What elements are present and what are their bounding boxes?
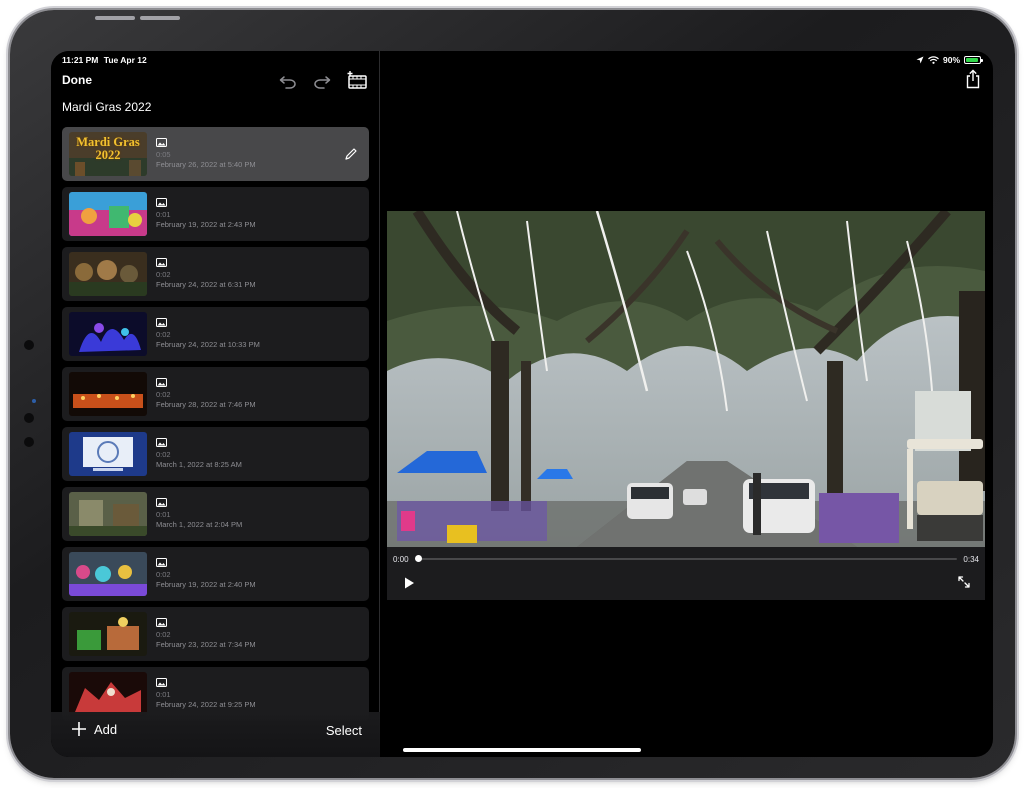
clip-row[interactable]: 0:01 February 19, 2022 at 2:43 PM bbox=[62, 187, 369, 241]
clip-date: February 28, 2022 at 7:46 PM bbox=[156, 400, 256, 409]
expand-icon[interactable] bbox=[957, 575, 971, 589]
clip-row[interactable]: Mardi Gras 2022 0:05 February 26, 2022 a… bbox=[62, 127, 369, 181]
clip-duration: 0:02 bbox=[156, 270, 171, 279]
clip-thumbnail bbox=[69, 312, 147, 356]
scrubber-knob[interactable] bbox=[415, 555, 422, 562]
photo-icon bbox=[156, 138, 167, 147]
sensor-dot bbox=[24, 437, 34, 447]
clip-duration: 0:01 bbox=[156, 510, 171, 519]
photo-icon bbox=[156, 558, 167, 567]
add-button[interactable]: Add bbox=[71, 721, 117, 737]
clip-duration: 0:01 bbox=[156, 210, 171, 219]
clip-row[interactable]: 0:02 February 19, 2022 at 2:40 PM bbox=[62, 547, 369, 601]
location-arrow-icon bbox=[916, 56, 924, 64]
photo-icon bbox=[156, 378, 167, 387]
camera-indicator bbox=[32, 399, 36, 403]
battery-percent: 90% bbox=[942, 55, 960, 65]
pencil-icon[interactable] bbox=[343, 146, 359, 162]
clip-date: February 26, 2022 at 5:40 PM bbox=[156, 160, 256, 169]
clip-row[interactable]: 0:02 February 24, 2022 at 10:33 PM bbox=[62, 307, 369, 361]
status-time-date: 11:21 PM Tue Apr 12 bbox=[62, 55, 147, 65]
video-viewer: 0:00 0:34 bbox=[387, 211, 985, 600]
battery-icon bbox=[964, 56, 983, 64]
thumbnail-title-text: Mardi Gras 2022 bbox=[76, 135, 140, 162]
status-date: Tue Apr 12 bbox=[103, 55, 147, 65]
wifi-icon bbox=[928, 56, 939, 64]
sidebar-footer: Add Select bbox=[51, 712, 380, 757]
done-button[interactable]: Done bbox=[62, 73, 92, 87]
clip-duration: 0:01 bbox=[156, 690, 171, 699]
photo-icon bbox=[156, 618, 167, 627]
play-icon[interactable] bbox=[403, 576, 415, 590]
screen: Done Mardi Gras 2022 Mardi Gras 2022 0:0… bbox=[51, 51, 993, 757]
current-time: 0:00 bbox=[393, 555, 409, 564]
sensor-dot bbox=[24, 340, 34, 350]
clip-date: February 24, 2022 at 10:33 PM bbox=[156, 340, 260, 349]
clip-row[interactable]: 0:02 February 23, 2022 at 7:34 PM bbox=[62, 607, 369, 661]
clip-duration: 0:02 bbox=[156, 450, 171, 459]
clip-thumbnail bbox=[69, 192, 147, 236]
photo-icon bbox=[156, 258, 167, 267]
clip-thumbnail bbox=[69, 372, 147, 416]
plus-icon bbox=[72, 722, 86, 736]
clip-row[interactable]: 0:02 February 28, 2022 at 7:46 PM bbox=[62, 367, 369, 421]
clip-list: Mardi Gras 2022 0:05 February 26, 2022 a… bbox=[62, 127, 370, 727]
clip-duration: 0:02 bbox=[156, 570, 171, 579]
clip-row[interactable]: 0:02 March 1, 2022 at 8:25 AM bbox=[62, 427, 369, 481]
video-preview[interactable] bbox=[387, 211, 985, 547]
clip-date: February 19, 2022 at 2:43 PM bbox=[156, 220, 256, 229]
clip-duration: 0:02 bbox=[156, 330, 171, 339]
share-icon[interactable] bbox=[964, 69, 982, 89]
home-indicator[interactable] bbox=[403, 748, 641, 752]
clip-date: March 1, 2022 at 2:04 PM bbox=[156, 520, 243, 529]
clip-duration: 0:02 bbox=[156, 630, 171, 639]
status-bar: 11:21 PM Tue Apr 12 90% bbox=[51, 51, 993, 69]
undo-icon[interactable] bbox=[277, 69, 299, 91]
add-clip-icon[interactable] bbox=[346, 69, 368, 91]
clip-date: March 1, 2022 at 8:25 AM bbox=[156, 460, 242, 469]
clip-row[interactable]: 0:02 February 24, 2022 at 6:31 PM bbox=[62, 247, 369, 301]
playback-controls: 0:00 0:34 bbox=[387, 547, 985, 600]
clip-sidebar: Done Mardi Gras 2022 Mardi Gras 2022 0:0… bbox=[51, 51, 380, 757]
redo-icon[interactable] bbox=[311, 69, 333, 91]
clip-thumbnail bbox=[69, 432, 147, 476]
clip-duration: 0:02 bbox=[156, 390, 171, 399]
clip-thumbnail bbox=[69, 492, 147, 536]
ipad-device-frame: Done Mardi Gras 2022 Mardi Gras 2022 0:0… bbox=[10, 10, 1015, 778]
clip-thumbnail bbox=[69, 612, 147, 656]
photo-icon bbox=[156, 318, 167, 327]
photo-icon bbox=[156, 198, 167, 207]
photo-icon bbox=[156, 498, 167, 507]
clip-thumbnail bbox=[69, 252, 147, 296]
clip-date: February 24, 2022 at 6:31 PM bbox=[156, 280, 256, 289]
volume-button bbox=[140, 16, 180, 20]
battery-level bbox=[966, 58, 978, 62]
clip-thumbnail bbox=[69, 672, 147, 716]
scrubber-track[interactable] bbox=[417, 558, 957, 560]
sensor-dot bbox=[24, 413, 34, 423]
clip-date: February 23, 2022 at 7:34 PM bbox=[156, 640, 256, 649]
clip-date: February 24, 2022 at 9:25 PM bbox=[156, 700, 256, 709]
photo-icon bbox=[156, 678, 167, 687]
clip-duration: 0:05 bbox=[156, 150, 171, 159]
volume-button bbox=[95, 16, 135, 20]
clip-row[interactable]: 0:01 March 1, 2022 at 2:04 PM bbox=[62, 487, 369, 541]
select-button[interactable]: Select bbox=[326, 723, 362, 738]
clip-thumbnail bbox=[69, 552, 147, 596]
add-button-label: Add bbox=[94, 721, 118, 737]
total-time: 0:34 bbox=[963, 555, 979, 564]
clip-date: February 19, 2022 at 2:40 PM bbox=[156, 580, 256, 589]
status-indicators: 90% bbox=[916, 55, 983, 65]
project-title: Mardi Gras 2022 bbox=[62, 100, 152, 114]
clip-thumbnail: Mardi Gras 2022 bbox=[69, 132, 147, 176]
status-time: 11:21 PM bbox=[62, 55, 99, 65]
photo-icon bbox=[156, 438, 167, 447]
